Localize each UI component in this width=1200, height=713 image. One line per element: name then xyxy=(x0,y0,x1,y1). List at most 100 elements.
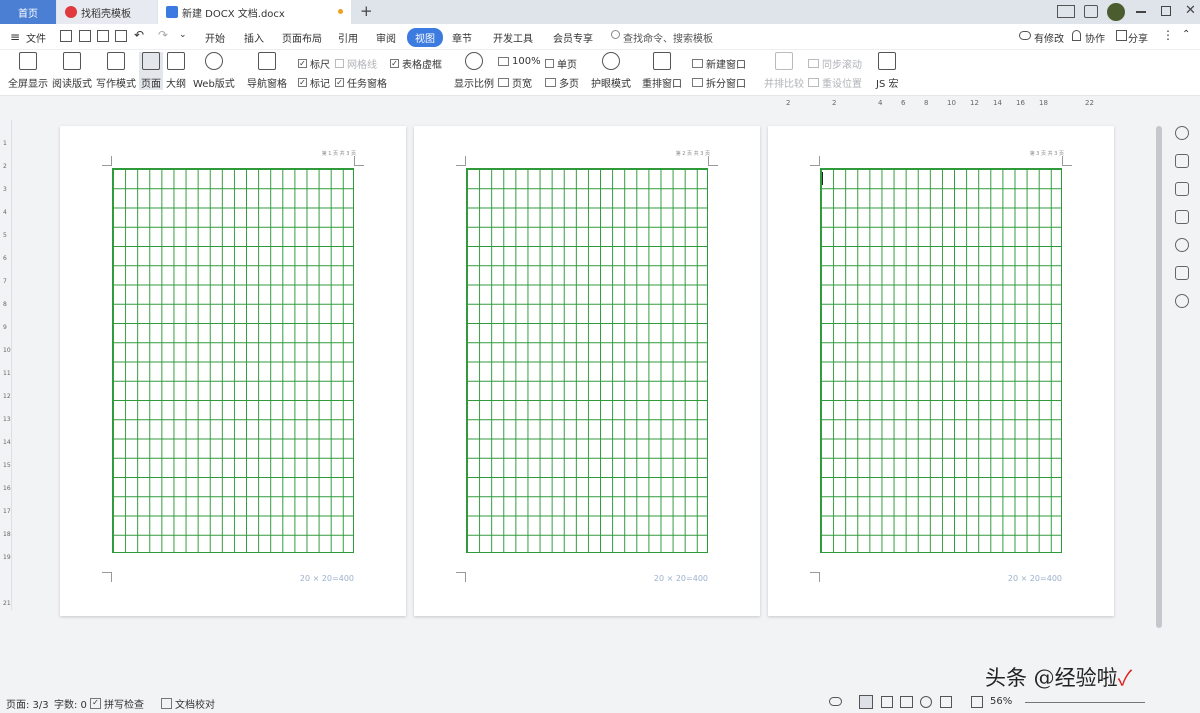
tab-document[interactable]: 新建 DOCX 文档.docx xyxy=(158,0,351,24)
redo-icon[interactable]: ↷ xyxy=(158,28,168,42)
js-macro-button[interactable]: JS 宏 xyxy=(876,52,898,90)
proofread-button[interactable]: 文档校对 xyxy=(161,696,215,711)
pen-icon xyxy=(107,52,125,70)
menu-developer[interactable]: 开发工具 xyxy=(493,30,533,45)
zoom-icon xyxy=(465,52,483,70)
document-page-2[interactable]: 第 2 页 共 3 页 20 × 20=400 xyxy=(414,126,760,616)
page-width-label: 页宽 xyxy=(512,79,532,90)
write-view-icon[interactable] xyxy=(940,696,952,708)
grid-count: 20 × 20=400 xyxy=(653,574,708,583)
split-window-button[interactable]: 拆分窗口 xyxy=(692,75,746,90)
check-icon: ✓ xyxy=(298,78,307,87)
nav-pane-button[interactable]: 导航窗格 xyxy=(247,52,287,90)
minimize-icon[interactable] xyxy=(1136,11,1146,13)
collab-button[interactable]: 协作 xyxy=(1085,30,1105,45)
search-input[interactable]: 查找命令、搜索模板 xyxy=(623,30,713,45)
document-page-1[interactable]: 第 1 页 共 3 页 20 × 20=400 xyxy=(60,126,406,616)
menu-start[interactable]: 开始 xyxy=(205,30,225,45)
edit-icon[interactable] xyxy=(1175,154,1189,168)
zoom-100-button[interactable]: 100% xyxy=(498,56,541,67)
new-window-button[interactable]: 新建窗口 xyxy=(692,56,746,71)
spell-check-button[interactable]: ✓ 拼写检查 xyxy=(90,696,144,711)
rocket-icon[interactable] xyxy=(1175,126,1189,140)
ruler-tick-label: 7 xyxy=(3,278,7,285)
outline-view-icon[interactable] xyxy=(881,696,893,708)
chevron-down-icon[interactable]: ⌄ xyxy=(179,30,187,40)
zoom-button[interactable]: 显示比例 xyxy=(454,52,494,90)
side-by-side-button[interactable]: 并排比较 xyxy=(764,52,804,90)
page-width-button[interactable]: 页宽 xyxy=(498,75,532,90)
more-icon[interactable]: ⋮ xyxy=(1162,28,1174,42)
scrollbar-thumb[interactable] xyxy=(1156,126,1162,628)
print-preview-icon[interactable] xyxy=(115,30,127,42)
fullscreen-button[interactable]: 全屏显示 xyxy=(8,52,48,90)
reset-position-label: 重设位置 xyxy=(822,79,862,90)
ruler-checkbox[interactable]: ✓ 标尺 xyxy=(298,56,330,71)
table-border-checkbox[interactable]: ✓ 表格虚框 xyxy=(390,56,442,71)
outline-button[interactable]: 大纲 xyxy=(166,52,186,90)
print-icon[interactable] xyxy=(97,30,109,42)
word-count[interactable]: 字数: 0 xyxy=(54,696,87,711)
document-page-3[interactable]: 第 3 页 共 3 页 20 × 20=400 xyxy=(768,126,1114,616)
cursor-icon[interactable] xyxy=(1175,182,1189,196)
export-pdf-icon[interactable] xyxy=(79,30,91,42)
menu-review[interactable]: 审阅 xyxy=(376,30,396,45)
write-mode-button[interactable]: 写作模式 xyxy=(96,52,136,90)
share-button[interactable]: 分享 xyxy=(1128,30,1148,45)
gridlines-checkbox[interactable]: 网格线 xyxy=(335,56,377,71)
page-view-button[interactable]: 页面 xyxy=(139,52,163,90)
reset-position-button[interactable]: 重设位置 xyxy=(808,75,862,90)
collab-icon xyxy=(1072,30,1081,41)
page-view-icon[interactable] xyxy=(859,695,873,709)
menu-member[interactable]: 会员专享 xyxy=(553,30,593,45)
settings-sliders-icon[interactable] xyxy=(1175,210,1189,224)
menu-insert[interactable]: 插入 xyxy=(244,30,264,45)
read-mode-button[interactable]: 阅读版式 xyxy=(52,52,92,90)
page-icon xyxy=(142,52,160,70)
close-icon[interactable]: ✕ xyxy=(1185,3,1196,18)
tab-home[interactable]: 首页 xyxy=(0,0,56,24)
eye-care-button[interactable]: 护眼模式 xyxy=(591,52,631,90)
web-layout-button[interactable]: Web版式 xyxy=(193,52,235,90)
rearrange-window-button[interactable]: 重排窗口 xyxy=(642,52,682,90)
help-icon[interactable] xyxy=(1175,238,1189,252)
avatar[interactable] xyxy=(1107,3,1125,21)
menu-chapter[interactable]: 章节 xyxy=(452,30,472,45)
check-icon: ✓ xyxy=(335,78,344,87)
eye-icon[interactable] xyxy=(829,697,842,706)
layout-icon[interactable] xyxy=(1057,5,1075,18)
share-icon xyxy=(1116,30,1127,41)
read-view-icon[interactable] xyxy=(900,696,913,708)
image-icon[interactable] xyxy=(1175,266,1189,280)
ruler-tick-label: 4 xyxy=(3,209,7,216)
multi-page-button[interactable]: 多页 xyxy=(545,75,579,90)
menu-references[interactable]: 引用 xyxy=(338,30,358,45)
horizontal-ruler[interactable]: 2 2 4 6 8 10 12 14 16 18 22 xyxy=(760,99,1105,111)
tab-template[interactable]: 找稻壳模板 xyxy=(57,0,157,24)
page-indicator[interactable]: 页面: 3/3 xyxy=(6,696,49,711)
save-icon[interactable] xyxy=(60,30,72,42)
zoom-level[interactable]: 56% xyxy=(990,696,1012,707)
file-menu[interactable]: 文件 xyxy=(26,30,46,45)
vertical-ruler[interactable]: 1 2 3 4 5 6 7 8 9 10 11 12 13 14 15 16 17 18 19 21 xyxy=(0,120,12,610)
has-changes-button[interactable]: 有修改 xyxy=(1034,30,1064,45)
task-pane-label: 任务窗格 xyxy=(347,79,387,90)
restore-icon[interactable] xyxy=(1161,6,1171,16)
undo-icon[interactable]: ↶ xyxy=(134,28,144,42)
task-pane-checkbox[interactable]: ✓ 任务窗格 xyxy=(335,75,387,90)
mark-checkbox[interactable]: ✓ 标记 xyxy=(298,75,330,90)
menu-view[interactable]: 视图 xyxy=(407,28,443,47)
menu-layout[interactable]: 页面布局 xyxy=(282,30,322,45)
collapse-ribbon-icon[interactable]: ⌃ xyxy=(1182,29,1190,40)
skin-icon[interactable] xyxy=(1084,5,1098,18)
zoom-slider[interactable] xyxy=(1025,702,1145,703)
fit-page-icon[interactable] xyxy=(971,696,983,708)
ruler-tick-label: 1 xyxy=(3,140,7,147)
sync-scroll-button[interactable]: 同步滚动 xyxy=(808,56,862,71)
single-page-button[interactable]: 单页 xyxy=(545,56,577,71)
web-view-icon[interactable] xyxy=(920,696,932,708)
ruler-tick-label: 8 xyxy=(924,99,929,107)
new-tab-button[interactable]: + xyxy=(360,2,373,20)
hamburger-icon[interactable]: ≡ xyxy=(10,30,20,44)
location-icon[interactable] xyxy=(1175,294,1189,308)
